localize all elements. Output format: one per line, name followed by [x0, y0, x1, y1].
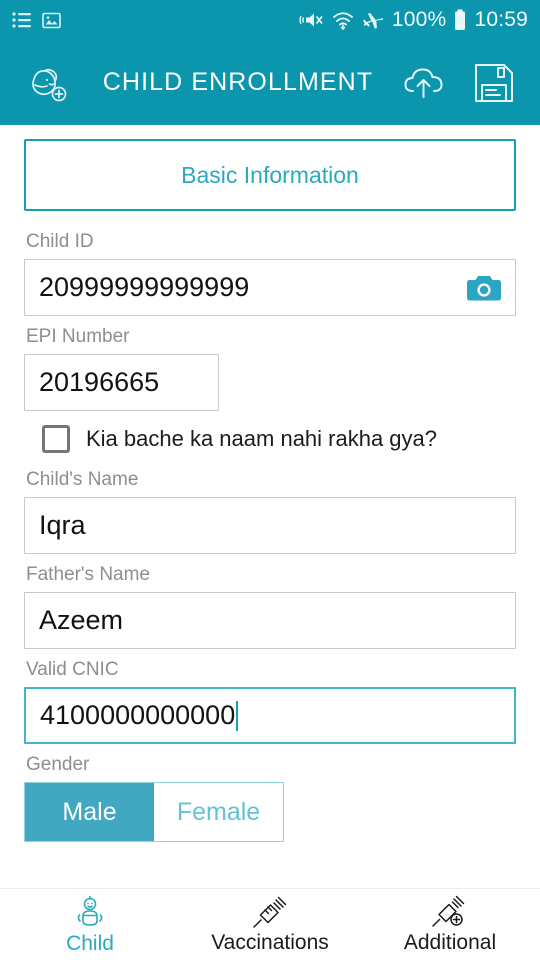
- syringe-icon: [252, 895, 288, 929]
- epi-number-input[interactable]: 20196665: [24, 354, 219, 411]
- app-bar-actions: [396, 61, 522, 105]
- status-bar-right-icons: 100% 10:59: [298, 8, 528, 32]
- page-title: CHILD ENROLLMENT: [102, 68, 374, 96]
- wifi-icon: [332, 10, 354, 30]
- epi-number-label: EPI Number: [26, 326, 130, 347]
- image-icon: [42, 12, 61, 29]
- gender-segmented-control: Male Female: [24, 782, 284, 842]
- app-screen: 100% 10:59 CHILD ENROLLMENT Basic Inform…: [0, 0, 540, 960]
- father-name-label: Father's Name: [26, 564, 151, 585]
- battery-icon: [454, 9, 466, 31]
- status-bar-left-icons: [12, 12, 61, 29]
- gender-label: Gender: [26, 754, 90, 775]
- field-valid-cnic: Valid CNIC 4100000000000: [24, 657, 516, 744]
- status-bar: 100% 10:59: [0, 0, 540, 40]
- add-child-icon[interactable]: [18, 59, 74, 107]
- field-father-name: Father's Name Azeem: [24, 562, 516, 649]
- no-name-checkbox[interactable]: [42, 425, 70, 453]
- clock-label: 10:59: [474, 8, 528, 31]
- valid-cnic-label: Valid CNIC: [26, 659, 119, 680]
- vibrate-mute-icon: [298, 10, 324, 30]
- valid-cnic-input[interactable]: 4100000000000: [24, 687, 516, 744]
- airplane-mode-icon: [362, 10, 384, 30]
- text-cursor: [236, 700, 239, 731]
- syringe-plus-icon: [432, 895, 468, 929]
- app-bar: CHILD ENROLLMENT: [0, 40, 540, 125]
- no-name-checkbox-label: Kia bache ka naam nahi rakha gya?: [86, 426, 438, 451]
- gender-option-male[interactable]: Male: [25, 783, 154, 841]
- nav-item-vaccinations-label: Vaccinations: [211, 930, 329, 954]
- field-epi-number: EPI Number 20196665: [24, 324, 516, 411]
- father-name-input[interactable]: Azeem: [24, 592, 516, 649]
- tab-basic-information-label: Basic Information: [181, 161, 359, 188]
- floppy-save-icon[interactable]: [466, 61, 522, 105]
- field-child-id: Child ID 20999999999999: [24, 229, 516, 316]
- child-name-input[interactable]: Iqra: [24, 497, 516, 554]
- child-id-input[interactable]: 20999999999999: [24, 259, 516, 316]
- nav-item-vaccinations[interactable]: Vaccinations: [180, 895, 360, 955]
- child-id-label: Child ID: [26, 231, 94, 252]
- nav-item-additional-label: Additional: [403, 930, 497, 954]
- tab-basic-information[interactable]: Basic Information: [24, 139, 516, 211]
- child-name-label: Child's Name: [26, 469, 139, 490]
- nav-item-child-label: Child: [66, 931, 114, 955]
- cloud-upload-icon[interactable]: [396, 63, 452, 103]
- nav-item-additional[interactable]: Additional: [360, 895, 540, 955]
- field-child-name: Child's Name Iqra: [24, 467, 516, 554]
- battery-percent-label: 100%: [391, 8, 447, 31]
- valid-cnic-value: 4100000000000: [40, 700, 236, 730]
- form-scroll-area[interactable]: Basic Information Child ID 2099999999999…: [0, 125, 540, 888]
- field-gender: Gender Male Female: [24, 752, 516, 842]
- baby-icon: [73, 894, 107, 930]
- gender-option-female[interactable]: Female: [154, 783, 283, 841]
- nav-item-child[interactable]: Child: [0, 894, 180, 956]
- list-icon: [12, 12, 32, 28]
- camera-icon[interactable]: [466, 273, 502, 303]
- bottom-navigation: Child Vaccinations Additional: [0, 888, 540, 960]
- no-name-checkbox-row[interactable]: Kia bache ka naam nahi rakha gya?: [42, 425, 516, 453]
